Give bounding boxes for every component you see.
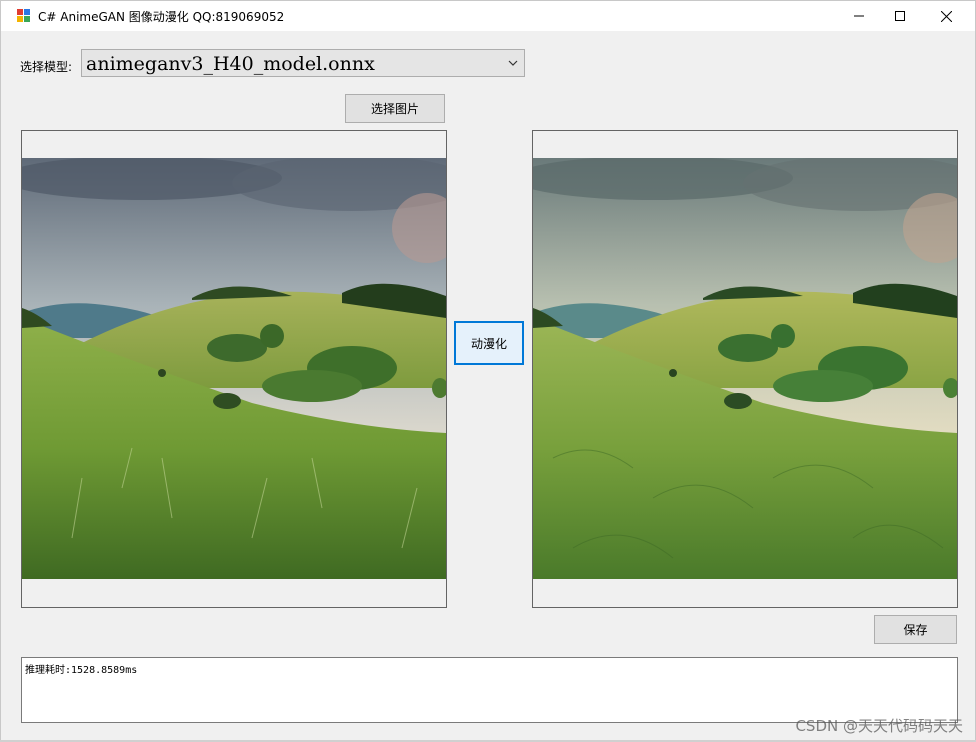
minimize-icon [854,15,864,17]
model-label: 选择模型: [20,60,73,74]
model-select-value: animeganv3_H40_model.onnx [86,53,375,75]
app-window: C# AnimeGAN 图像动漫化 QQ:819069052 选择模型: ani… [0,0,976,742]
log-textbox[interactable]: 推理耗时:1528.8589ms [21,657,958,723]
maximize-icon [895,11,905,21]
animate-button[interactable]: 动漫化 [454,321,524,365]
original-image [22,158,446,579]
original-image-box [21,130,447,608]
save-button[interactable]: 保存 [874,615,957,644]
result-image [533,158,957,579]
minimize-button[interactable] [836,1,882,31]
close-icon [940,10,952,22]
select-image-button[interactable]: 选择图片 [345,94,445,123]
app-icon [17,9,30,22]
maximize-button[interactable] [877,1,923,31]
chevron-down-icon [508,60,518,66]
close-button[interactable] [923,1,969,31]
window-title: C# AnimeGAN 图像动漫化 QQ:819069052 [38,10,285,24]
title-bar[interactable]: C# AnimeGAN 图像动漫化 QQ:819069052 [1,1,975,31]
watermark: CSDN @天天代码码天天 [795,717,963,735]
result-image-box [532,130,958,608]
model-select[interactable]: animeganv3_H40_model.onnx [81,49,525,77]
inference-time-text: 推理耗时:1528.8589ms [25,665,138,676]
